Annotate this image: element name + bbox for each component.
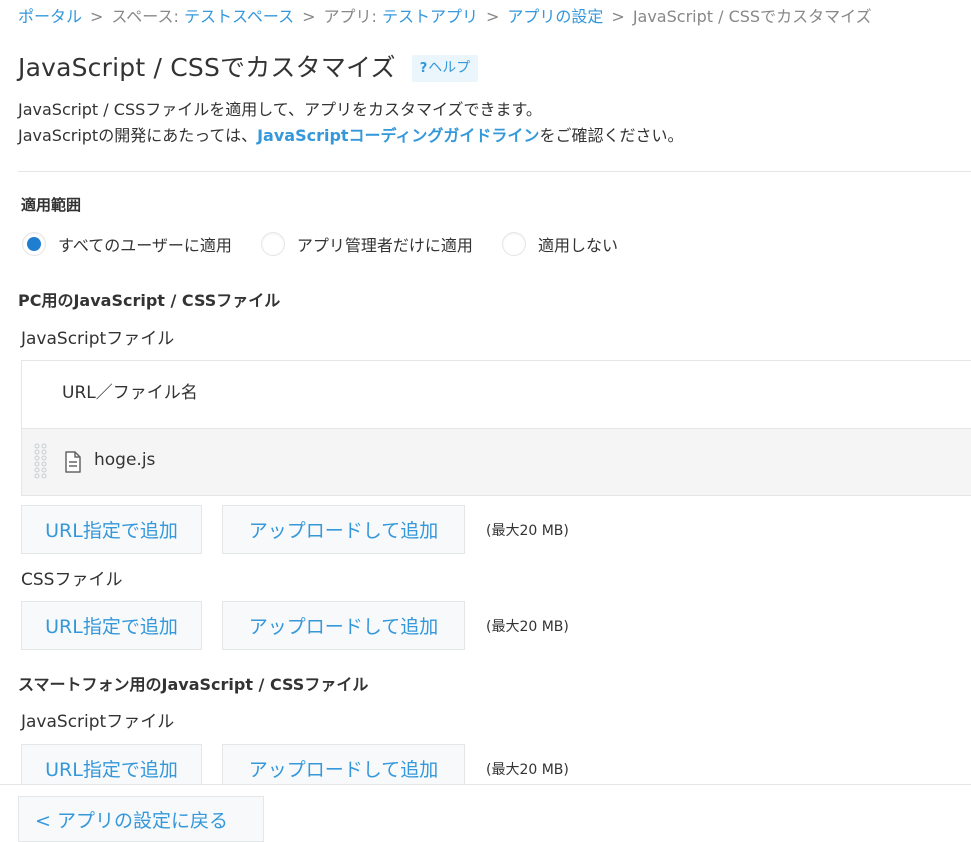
drag-handle-icon[interactable] [33,442,49,480]
back-to-settings-button[interactable]: < アプリの設定に戻る [18,796,264,842]
radio-button[interactable] [22,232,46,256]
breadcrumb-separator: > [485,7,500,26]
radio-label: すべてのユーザーに適用 [58,236,232,255]
file-name[interactable]: hoge.js [94,450,155,470]
page-description: JavaScript / CSSファイルを適用して、アプリをカスタマイズできます… [18,97,683,149]
breadcrumb-separator: > [302,7,316,26]
max-size-note: (最大20 MB) [486,618,569,635]
description-text-after: をご確認ください。 [539,126,684,145]
pc-heading: PC用のJavaScript / CSSファイル [18,291,281,310]
breadcrumb-space[interactable]: テストスペース [184,7,294,26]
description-line-2: JavaScriptの開発にあたっては、JavaScriptコーディングガイドラ… [18,123,683,149]
scope-label: 適用範囲 [21,196,82,214]
help-label: ヘルプ [428,59,471,76]
breadcrumb-space-prefix: スペース: [111,7,184,26]
upload-button[interactable]: アップロードして追加 [222,505,465,554]
upload-button[interactable]: アップロードして追加 [222,601,465,650]
table-header: URL／ファイル名 [22,361,971,429]
breadcrumb-separator: > [611,7,625,26]
pc-js-file-table: URL／ファイル名 hoge.js [21,360,971,496]
description-line-1: JavaScript / CSSファイルを適用して、アプリをカスタマイズできます… [18,100,542,119]
add-url-button[interactable]: URL指定で追加 [21,505,202,554]
radio-selected-dot [27,237,41,251]
breadcrumb-app-settings[interactable]: アプリの設定 [507,7,603,26]
max-size-note: (最大20 MB) [486,522,569,539]
description-text-before: JavaScriptの開発にあたっては、 [18,126,258,145]
file-icon [65,451,81,473]
mobile-js-label: JavaScriptファイル [21,712,175,732]
mobile-heading: スマートフォン用のJavaScript / CSSファイル [18,675,369,694]
breadcrumb-app[interactable]: テストアプリ [382,7,478,26]
pc-js-label: JavaScriptファイル [21,329,175,349]
page-title: JavaScript / CSSでカスタマイズ [18,53,396,82]
breadcrumb-portal[interactable]: ポータル [18,7,82,26]
add-url-button[interactable]: URL指定で追加 [21,601,202,650]
pc-css-button-row: URL指定で追加 アップロードして追加 (最大20 MB) [21,601,569,650]
help-question-icon: ? [419,60,428,76]
radio-admins-only[interactable]: アプリ管理者だけに適用 [260,232,473,256]
max-size-note: (最大20 MB) [486,761,569,778]
radio-not-applied[interactable]: 適用しない [501,232,618,256]
radio-button[interactable] [501,232,526,256]
breadcrumb-current: JavaScript / CSSでカスタマイズ [632,7,872,26]
breadcrumb-separator: > [90,7,104,26]
radio-label: 適用しない [537,236,618,255]
radio-label: アプリ管理者だけに適用 [296,236,473,255]
pc-css-label: CSSファイル [21,570,123,590]
divider [18,171,971,172]
breadcrumb-app-prefix: アプリ: [323,7,382,26]
title-row: JavaScript / CSSでカスタマイズ ?ヘルプ [18,50,479,86]
table-row: hoge.js [22,429,971,495]
coding-guideline-link[interactable]: JavaScriptコーディングガイドライン [257,126,539,145]
radio-all-users[interactable]: すべてのユーザーに適用 [22,232,232,256]
breadcrumb: ポータル > スペース: テストスペース > アプリ: テストアプリ > アプリの設定 > Ja… [18,6,872,28]
radio-button[interactable] [260,232,285,256]
help-link[interactable]: ?ヘルプ [411,54,479,82]
scope-radio-group: すべてのユーザーに適用 アプリ管理者だけに適用 適用しない [22,232,647,256]
pc-js-button-row: URL指定で追加 アップロードして追加 (最大20 MB) [21,505,569,554]
